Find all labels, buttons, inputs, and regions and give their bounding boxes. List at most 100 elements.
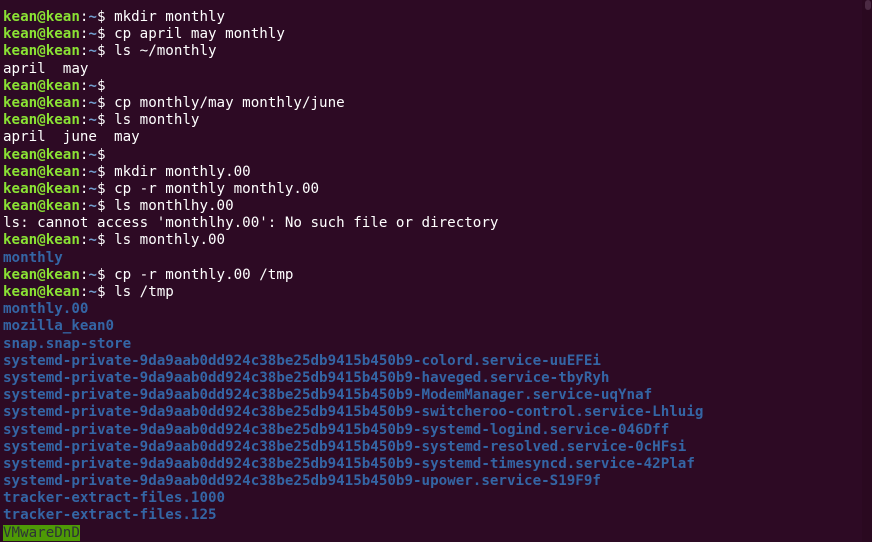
prompt-path: ~ (88, 26, 97, 43)
prompt-path: ~ (88, 9, 97, 25)
directory-entry: systemd-private-9da9aab0dd924c38be25db94… (3, 353, 860, 370)
prompt-path: ~ (88, 112, 97, 129)
output-line: april june may (3, 129, 860, 146)
prompt-line: kean@kean:~$ cp -r monthly.00 /tmp (3, 267, 860, 284)
directory-name: systemd-private-9da9aab0dd924c38be25db94… (3, 352, 601, 369)
directory-entry: tracker-extract-files.1000 (3, 490, 860, 507)
directory-name: systemd-private-9da9aab0dd924c38be25db94… (3, 473, 601, 490)
prompt-user-host: kean@kean (3, 198, 80, 215)
output-text: april june may (3, 129, 140, 146)
prompt-symbol: $ (96, 198, 115, 215)
command-text: ls /tmp (114, 284, 174, 300)
directory-name: systemd-private-9da9aab0dd924c38be25db94… (3, 455, 695, 472)
command-text: cp -r monthly.00 /tmp (114, 266, 294, 283)
prompt-symbol: $ (96, 266, 115, 283)
prompt-symbol: $ (96, 77, 115, 94)
directory-name: snap.snap-store (3, 335, 132, 352)
prompt-user-host: kean@kean (3, 43, 80, 60)
prompt-path: ~ (88, 43, 97, 60)
prompt-user-host: kean@kean (3, 9, 80, 25)
prompt-line: kean@kean:~$ (3, 147, 860, 164)
output-line: april may (3, 61, 860, 78)
terminal-scrollbar[interactable] (862, 0, 872, 542)
command-text: ls monthlhy.00 (114, 198, 234, 215)
prompt-line: kean@kean:~$ ls /tmp (3, 284, 860, 301)
prompt-symbol: $ (96, 94, 115, 111)
prompt-user-host: kean@kean (3, 94, 80, 111)
output-text: april may (3, 60, 89, 77)
command-text: mkdir monthly.00 (114, 163, 251, 180)
directory-name: monthly (3, 249, 63, 266)
prompt-symbol: $ (96, 9, 115, 25)
directory-entry: systemd-private-9da9aab0dd924c38be25db94… (3, 370, 860, 387)
prompt-symbol: $ (96, 26, 115, 43)
prompt-line: kean@kean:~$ cp april may monthly (3, 26, 860, 43)
directory-entry: systemd-private-9da9aab0dd924c38be25db94… (3, 439, 860, 456)
terminal-output[interactable]: kean@kean:~$ mkdir monthly kean@kean:~$ c… (3, 9, 860, 542)
prompt-symbol: $ (96, 112, 115, 129)
prompt-symbol: $ (96, 163, 115, 180)
command-text: ls ~/monthly (114, 43, 217, 60)
prompt-line: kean@kean:~$ ls monthly (3, 112, 860, 129)
prompt-line: kean@kean:~$ cp monthly/may monthly/june (3, 95, 860, 112)
prompt-line: kean@kean:~$ ls monthlhy.00 (3, 198, 860, 215)
prompt-path: ~ (88, 94, 97, 111)
prompt-symbol: $ (96, 180, 115, 197)
directory-entry: VMwareDnD (3, 524, 860, 542)
prompt-line: kean@kean:~$ (3, 78, 860, 95)
prompt-user-host: kean@kean (3, 284, 80, 300)
prompt-user-host: kean@kean (3, 146, 80, 163)
directory-name: mozilla_kean0 (3, 318, 115, 335)
prompt-line: kean@kean:~$ mkdir monthly (3, 9, 860, 26)
prompt-path: ~ (88, 77, 97, 94)
directory-name: systemd-private-9da9aab0dd924c38be25db94… (3, 404, 704, 421)
prompt-path: ~ (88, 163, 97, 180)
directory-name: monthly.00 (3, 301, 89, 318)
prompt-symbol: $ (96, 146, 115, 163)
directory-entry: systemd-private-9da9aab0dd924c38be25db94… (3, 473, 860, 490)
prompt-user-host: kean@kean (3, 163, 80, 180)
prompt-line: kean@kean:~$ ls ~/monthly (3, 43, 860, 60)
prompt-line: kean@kean:~$ ls monthly.00 (3, 232, 860, 249)
directory-name: tracker-extract-files.125 (3, 507, 217, 524)
directory-entry: systemd-private-9da9aab0dd924c38be25db94… (3, 404, 860, 421)
prompt-symbol: $ (96, 284, 115, 300)
command-text: ls monthly (114, 112, 200, 129)
command-text: ls monthly.00 (114, 232, 226, 249)
prompt-user-host: kean@kean (3, 26, 80, 43)
directory-entry: systemd-private-9da9aab0dd924c38be25db94… (3, 422, 860, 439)
directory-entry: systemd-private-9da9aab0dd924c38be25db94… (3, 456, 860, 473)
directory-name: systemd-private-9da9aab0dd924c38be25db94… (3, 387, 653, 404)
directory-entry: systemd-private-9da9aab0dd924c38be25db94… (3, 387, 860, 404)
prompt-path: ~ (88, 180, 97, 197)
output-text: ls: cannot access 'monthlhy.00': No such… (3, 215, 499, 232)
prompt-user-host: kean@kean (3, 232, 80, 249)
directory-entry: snap.snap-store (3, 336, 860, 353)
directory-entry: tracker-extract-files.125 (3, 507, 860, 524)
prompt-path: ~ (88, 284, 97, 300)
prompt-user-host: kean@kean (3, 180, 80, 197)
directory-name: systemd-private-9da9aab0dd924c38be25db94… (3, 438, 687, 455)
prompt-symbol: $ (96, 43, 115, 60)
command-text: cp april may monthly (114, 26, 285, 43)
command-text: cp monthly/may monthly/june (114, 94, 345, 111)
prompt-line: kean@kean:~$ cp -r monthly monthly.00 (3, 181, 860, 198)
directory-name: tracker-extract-files.1000 (3, 490, 226, 507)
scrollbar-thumb[interactable] (865, 0, 871, 10)
command-text: cp -r monthly monthly.00 (114, 180, 320, 197)
prompt-path: ~ (88, 146, 97, 163)
prompt-user-host: kean@kean (3, 266, 80, 283)
sticky-directory-name: VMwareDnD (3, 524, 80, 541)
directory-entry: monthly (3, 250, 860, 267)
prompt-path: ~ (88, 198, 97, 215)
directory-name: systemd-private-9da9aab0dd924c38be25db94… (3, 421, 670, 438)
prompt-user-host: kean@kean (3, 77, 80, 94)
directory-name: systemd-private-9da9aab0dd924c38be25db94… (3, 369, 610, 386)
output-line: ls: cannot access 'monthlhy.00': No such… (3, 215, 860, 232)
directory-entry: monthly.00 (3, 301, 860, 318)
directory-entry: mozilla_kean0 (3, 318, 860, 335)
prompt-symbol: $ (96, 232, 115, 249)
prompt-line: kean@kean:~$ mkdir monthly.00 (3, 164, 860, 181)
command-text: mkdir monthly (114, 9, 226, 25)
prompt-user-host: kean@kean (3, 112, 80, 129)
